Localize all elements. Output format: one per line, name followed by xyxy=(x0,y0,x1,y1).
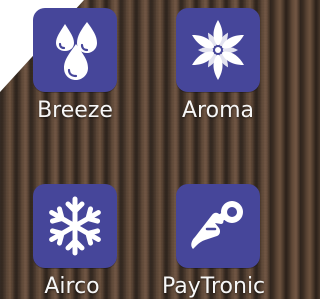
aroma-button[interactable] xyxy=(176,8,260,92)
paytronic-label: PayTronic xyxy=(162,274,266,299)
snowflake-icon xyxy=(43,194,107,258)
aroma-label: Aroma xyxy=(182,98,254,123)
hand-coin-icon xyxy=(185,193,251,259)
water-drops-icon xyxy=(43,18,107,82)
breeze-button[interactable] xyxy=(33,8,117,92)
breeze-label: Breeze xyxy=(37,98,113,123)
flower-icon xyxy=(185,17,251,83)
airco-label: Airco xyxy=(44,274,100,299)
airco-button[interactable] xyxy=(33,184,117,268)
paytronic-button[interactable] xyxy=(176,184,260,268)
